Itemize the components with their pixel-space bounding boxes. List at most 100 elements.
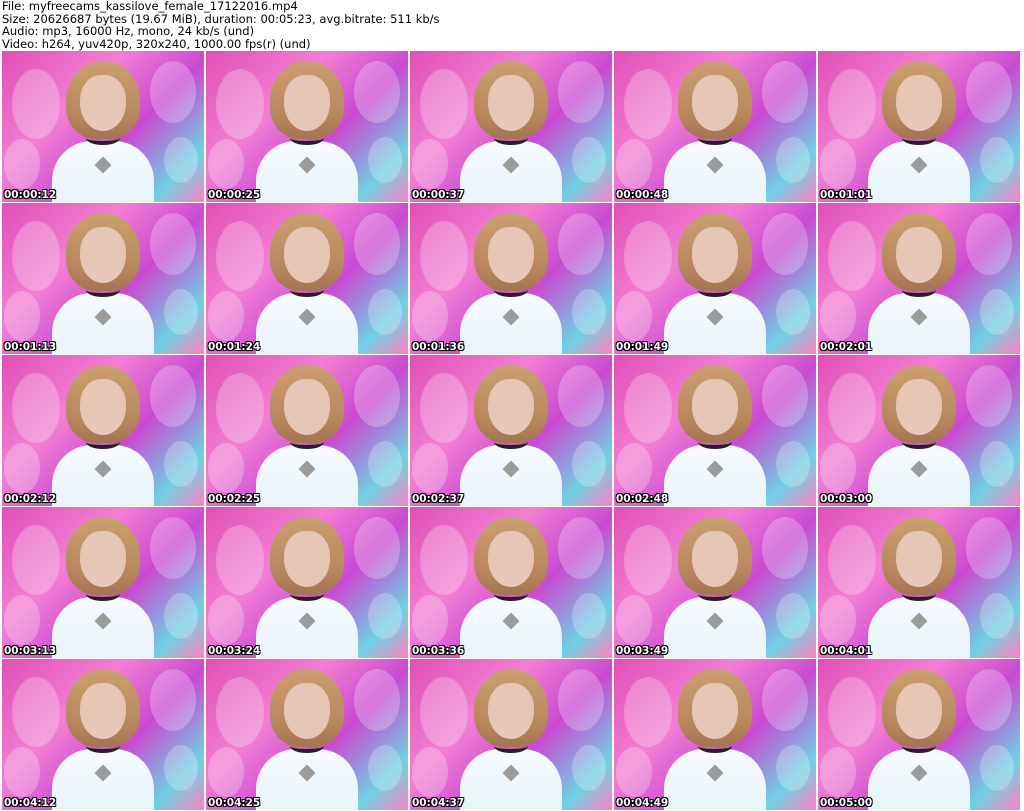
face-shape xyxy=(692,379,738,435)
frame-timestamp: 00:04:25 xyxy=(208,797,261,809)
person-figure xyxy=(256,517,358,658)
choker-shape xyxy=(290,435,324,449)
face-shape xyxy=(284,227,330,283)
background-highlight xyxy=(354,213,400,275)
background-highlight xyxy=(572,441,606,487)
background-highlight xyxy=(4,747,40,797)
video-frame-thumbnail: 00:03:24 xyxy=(206,507,408,658)
person-figure xyxy=(460,365,562,506)
person-figure xyxy=(256,669,358,810)
background-highlight xyxy=(4,443,40,493)
background-highlight xyxy=(776,289,810,335)
choker-shape xyxy=(494,283,528,297)
background-highlight xyxy=(368,593,402,639)
background-highlight xyxy=(966,365,1012,427)
face-shape xyxy=(284,683,330,739)
background-highlight xyxy=(150,669,196,731)
video-frame-thumbnail: 00:00:25 xyxy=(206,51,408,202)
background-highlight xyxy=(164,593,198,639)
choker-shape xyxy=(698,739,732,753)
choker-shape xyxy=(290,587,324,601)
background-highlight xyxy=(354,517,400,579)
background-highlight xyxy=(966,61,1012,123)
person-figure xyxy=(460,669,562,810)
face-shape xyxy=(488,227,534,283)
frame-timestamp: 00:03:00 xyxy=(820,493,873,505)
choker-shape xyxy=(86,283,120,297)
background-highlight xyxy=(412,291,448,341)
background-highlight xyxy=(354,669,400,731)
video-frame-thumbnail: 00:04:37 xyxy=(410,659,612,810)
background-highlight xyxy=(820,747,856,797)
file-name-line: File: myfreecams_kassilove_female_171220… xyxy=(2,0,298,13)
background-highlight xyxy=(966,213,1012,275)
person-figure xyxy=(664,213,766,354)
frame-timestamp: 00:01:49 xyxy=(616,341,669,353)
background-highlight xyxy=(164,745,198,791)
person-figure xyxy=(460,517,562,658)
background-highlight xyxy=(420,69,468,139)
background-highlight xyxy=(762,669,808,731)
background-highlight xyxy=(216,677,264,747)
audio-info-line: Audio: mp3, 16000 Hz, mono, 24 kb/s (und… xyxy=(2,24,255,38)
background-highlight xyxy=(558,517,604,579)
background-highlight xyxy=(354,61,400,123)
background-highlight xyxy=(624,373,672,443)
person-figure xyxy=(52,365,154,506)
person-figure xyxy=(868,61,970,202)
background-highlight xyxy=(412,443,448,493)
background-highlight xyxy=(4,595,40,645)
background-highlight xyxy=(980,745,1014,791)
video-frame-thumbnail: 00:04:01 xyxy=(818,507,1020,658)
face-shape xyxy=(80,531,126,587)
background-highlight xyxy=(208,291,244,341)
background-highlight xyxy=(762,365,808,427)
video-frame-thumbnail: 00:04:49 xyxy=(614,659,816,810)
frame-timestamp: 00:00:25 xyxy=(208,189,261,201)
background-highlight xyxy=(616,595,652,645)
background-highlight xyxy=(624,69,672,139)
background-highlight xyxy=(4,291,40,341)
face-shape xyxy=(896,379,942,435)
person-figure xyxy=(460,61,562,202)
person-figure xyxy=(664,365,766,506)
frame-timestamp: 00:04:12 xyxy=(4,797,57,809)
background-highlight xyxy=(776,745,810,791)
choker-shape xyxy=(698,283,732,297)
background-highlight xyxy=(208,443,244,493)
background-highlight xyxy=(208,595,244,645)
background-highlight xyxy=(572,593,606,639)
face-shape xyxy=(80,227,126,283)
person-figure xyxy=(52,61,154,202)
video-frame-thumbnail: 00:00:37 xyxy=(410,51,612,202)
choker-shape xyxy=(494,435,528,449)
background-highlight xyxy=(164,137,198,183)
background-highlight xyxy=(616,747,652,797)
video-frame-thumbnail: 00:05:00 xyxy=(818,659,1020,810)
background-highlight xyxy=(980,441,1014,487)
background-highlight xyxy=(150,213,196,275)
background-highlight xyxy=(980,137,1014,183)
face-shape xyxy=(488,531,534,587)
frame-timestamp: 00:02:25 xyxy=(208,493,261,505)
background-highlight xyxy=(776,441,810,487)
person-figure xyxy=(868,517,970,658)
person-figure xyxy=(256,365,358,506)
background-highlight xyxy=(762,61,808,123)
background-highlight xyxy=(980,289,1014,335)
background-highlight xyxy=(368,441,402,487)
face-shape xyxy=(692,75,738,131)
frame-timestamp: 00:01:01 xyxy=(820,189,873,201)
background-highlight xyxy=(572,137,606,183)
video-frame-thumbnail: 00:00:12 xyxy=(2,51,204,202)
frame-timestamp: 00:02:12 xyxy=(4,493,57,505)
background-highlight xyxy=(828,525,876,595)
frame-timestamp: 00:03:49 xyxy=(616,645,669,657)
background-highlight xyxy=(12,69,60,139)
person-figure xyxy=(256,61,358,202)
background-highlight xyxy=(216,69,264,139)
frame-timestamp: 00:01:24 xyxy=(208,341,261,353)
video-frame-thumbnail: 00:04:12 xyxy=(2,659,204,810)
background-highlight xyxy=(150,517,196,579)
frame-timestamp: 00:00:37 xyxy=(412,189,465,201)
